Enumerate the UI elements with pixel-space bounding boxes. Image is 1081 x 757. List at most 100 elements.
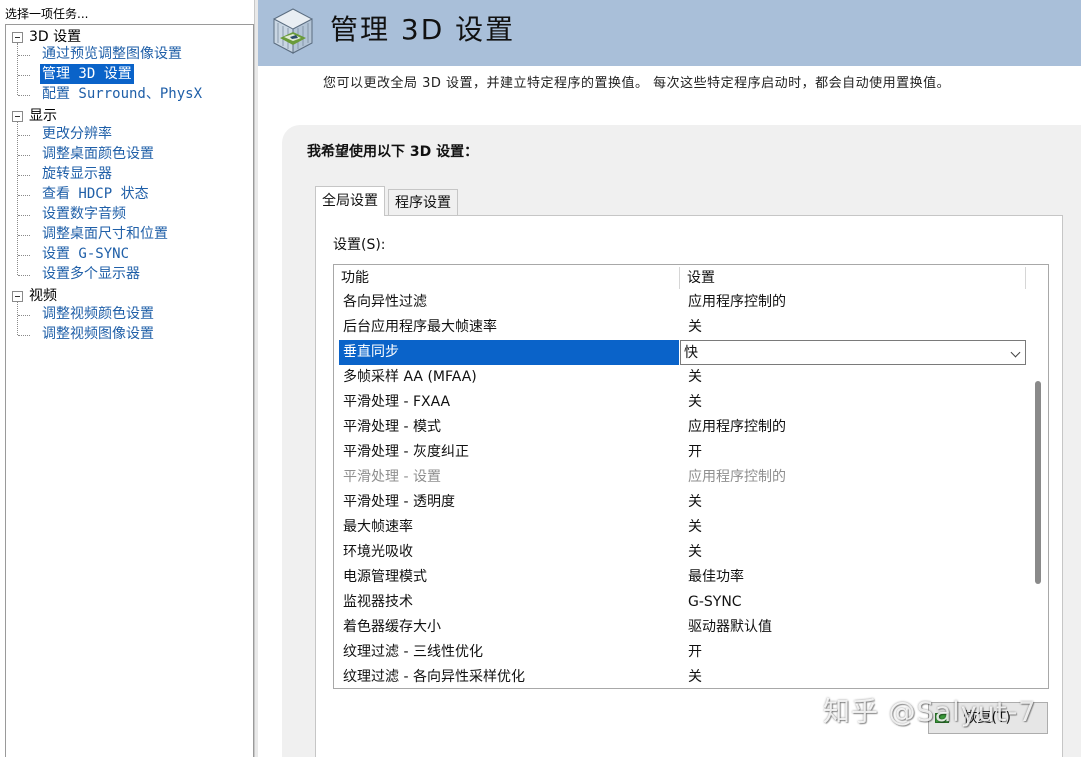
table-row[interactable]: 各向异性过滤 应用程序控制的	[334, 290, 1026, 315]
table-row[interactable]: 纹理过滤 - 各向异性采样优化 关	[334, 665, 1026, 688]
feature-cell: 后台应用程序最大帧速率	[343, 319, 497, 335]
task-tree: 3D 设置 通过预览调整图像设置 管理 3D 设置 配置 Surround、Ph…	[5, 24, 254, 757]
setting-cell[interactable]: 关	[679, 665, 1026, 688]
tree-connector	[18, 75, 30, 76]
feature-cell: 纹理过滤 - 各向异性采样优化	[343, 669, 525, 685]
tree-connector	[18, 335, 30, 336]
setting-cell[interactable]: G-SYNC	[679, 590, 1026, 615]
tree-item-desktop-size-position[interactable]: 调整桌面尺寸和位置	[40, 224, 170, 244]
table-row[interactable]: 最大帧速率 关	[334, 515, 1026, 540]
tree-connector	[18, 175, 30, 176]
setting-dropdown-value: 快	[684, 345, 698, 361]
tree-connector	[17, 122, 18, 275]
settings-panel: 我希望使用以下 3D 设置： 全局设置 程序设置 设置(S): 功能 设置 各向…	[282, 125, 1081, 757]
feature-cell: 垂直同步	[339, 340, 679, 365]
tree-connector	[17, 43, 18, 95]
table-row[interactable]: 监视器技术 G-SYNC	[334, 590, 1026, 615]
task-pane-header: 选择一项任务...	[5, 7, 89, 21]
tree-item-digital-audio[interactable]: 设置数字音频	[40, 204, 128, 224]
tree-connector	[18, 255, 30, 256]
table-row[interactable]: 后台应用程序最大帧速率 关	[334, 315, 1026, 340]
scrollbar-thumb[interactable]	[1035, 381, 1041, 584]
feature-cell: 平滑处理 - 透明度	[343, 494, 455, 510]
tree-connector	[18, 135, 30, 136]
tree-item-configure-surround-physx[interactable]: 配置 Surround、PhysX	[40, 84, 204, 104]
setting-cell[interactable]: 关	[679, 540, 1026, 565]
setting-cell[interactable]: 关	[679, 390, 1026, 415]
table-row[interactable]: 电源管理模式 最佳功率	[334, 565, 1026, 590]
feature-cell: 各向异性过滤	[343, 294, 427, 310]
tree-group-label[interactable]: 视频	[29, 286, 57, 306]
column-divider	[1025, 267, 1026, 289]
collapse-icon[interactable]	[12, 111, 23, 122]
table-row[interactable]: 平滑处理 - 灰度纠正 开	[334, 440, 1026, 465]
restore-button-label: 恢复(T)	[963, 710, 1011, 726]
setting-cell[interactable]: 最佳功率	[679, 565, 1026, 590]
setting-cell[interactable]: 应用程序控制的	[679, 290, 1026, 315]
setting-cell[interactable]: 开	[679, 440, 1026, 465]
feature-cell: 平滑处理 - 模式	[343, 419, 441, 435]
table-row[interactable]: 平滑处理 - FXAA 关	[334, 390, 1026, 415]
tree-item-g-sync[interactable]: 设置 G-SYNC	[40, 244, 131, 264]
tree-connector	[18, 215, 30, 216]
tree-item-desktop-color[interactable]: 调整桌面颜色设置	[40, 144, 156, 164]
tree-item-hdcp-status[interactable]: 查看 HDCP 状态	[40, 184, 151, 204]
setting-cell[interactable]: 开	[679, 640, 1026, 665]
tab-program-settings[interactable]: 程序设置	[388, 189, 458, 215]
tab-global-settings[interactable]: 全局设置	[315, 186, 385, 216]
setting-cell[interactable]: 关	[679, 490, 1026, 515]
table-row[interactable]: 平滑处理 - 模式 应用程序控制的	[334, 415, 1026, 440]
restore-button[interactable]: 恢复(T)	[928, 702, 1048, 734]
pane-splitter[interactable]	[254, 0, 258, 757]
tree-item-multiple-displays[interactable]: 设置多个显示器	[40, 264, 142, 284]
table-row[interactable]: 纹理过滤 - 三线性优化 开	[334, 640, 1026, 665]
settings-grid[interactable]: 功能 设置 各向异性过滤 应用程序控制的 后台应用程序最大帧速率 关 垂直同步 …	[333, 264, 1049, 689]
tree-item-video-image[interactable]: 调整视频图像设置	[40, 324, 156, 344]
setting-cell[interactable]: 关	[679, 365, 1026, 390]
tree-group-label[interactable]: 显示	[29, 106, 57, 126]
column-header-feature[interactable]: 功能	[334, 265, 369, 291]
tree-connector	[18, 315, 30, 316]
feature-cell: 环境光吸收	[343, 544, 413, 560]
tree-connector	[18, 235, 30, 236]
chevron-down-icon[interactable]	[1010, 347, 1021, 358]
setting-cell[interactable]: 驱动器默认值	[679, 615, 1026, 640]
setting-cell: 应用程序控制的	[688, 469, 786, 485]
feature-cell: 最大帧速率	[343, 519, 413, 535]
task-pane: 选择一项任务... 3D 设置 通过预览调整图像设置 管理 3D 设置 配置 S…	[0, 0, 258, 757]
table-row[interactable]: 着色器缓存大小 驱动器默认值	[334, 615, 1026, 640]
tree-connector	[18, 55, 30, 56]
tree-item-rotate-display[interactable]: 旋转显示器	[40, 164, 114, 184]
tree-connector	[18, 155, 30, 156]
collapse-icon[interactable]	[12, 32, 23, 43]
panel-heading: 我希望使用以下 3D 设置：	[307, 144, 479, 160]
page-title: 管理 3D 设置	[330, 13, 516, 46]
grid-scrollbar[interactable]	[1029, 265, 1048, 688]
restore-icon	[935, 713, 949, 723]
tree-item-change-resolution[interactable]: 更改分辨率	[40, 124, 114, 144]
settings-label: 设置(S):	[333, 237, 386, 253]
tree-connector	[18, 95, 30, 96]
feature-cell: 平滑处理 - FXAA	[343, 394, 451, 410]
feature-cell: 纹理过滤 - 三线性优化	[343, 644, 483, 660]
grid-header: 功能 设置	[334, 265, 1026, 291]
page-header: 管理 3D 设置	[258, 0, 1081, 66]
tree-item-manage-3d-settings[interactable]: 管理 3D 设置	[40, 64, 134, 84]
feature-cell: 电源管理模式	[343, 569, 427, 585]
collapse-icon[interactable]	[12, 291, 23, 302]
setting-dropdown[interactable]: 快	[680, 340, 1026, 365]
feature-cell: 平滑处理 - 灰度纠正	[343, 444, 469, 460]
column-divider[interactable]	[679, 267, 680, 289]
global-settings-content: 设置(S): 功能 设置 各向异性过滤 应用程序控制的 后台应用程序最大帧速率 …	[315, 215, 1063, 757]
table-row[interactable]: 平滑处理 - 透明度 关	[334, 490, 1026, 515]
tree-item-video-color[interactable]: 调整视频颜色设置	[40, 304, 156, 324]
table-row-selected[interactable]: 垂直同步 快	[334, 340, 1026, 365]
table-row[interactable]: 环境光吸收 关	[334, 540, 1026, 565]
setting-cell[interactable]: 关	[679, 515, 1026, 540]
tree-item-preview-image-settings[interactable]: 通过预览调整图像设置	[40, 44, 184, 64]
setting-cell[interactable]: 应用程序控制的	[679, 415, 1026, 440]
table-row[interactable]: 多帧采样 AA (MFAA) 关	[334, 365, 1026, 390]
setting-cell[interactable]: 关	[679, 315, 1026, 340]
column-header-setting[interactable]: 设置	[680, 265, 715, 291]
feature-cell: 监视器技术	[343, 594, 413, 610]
